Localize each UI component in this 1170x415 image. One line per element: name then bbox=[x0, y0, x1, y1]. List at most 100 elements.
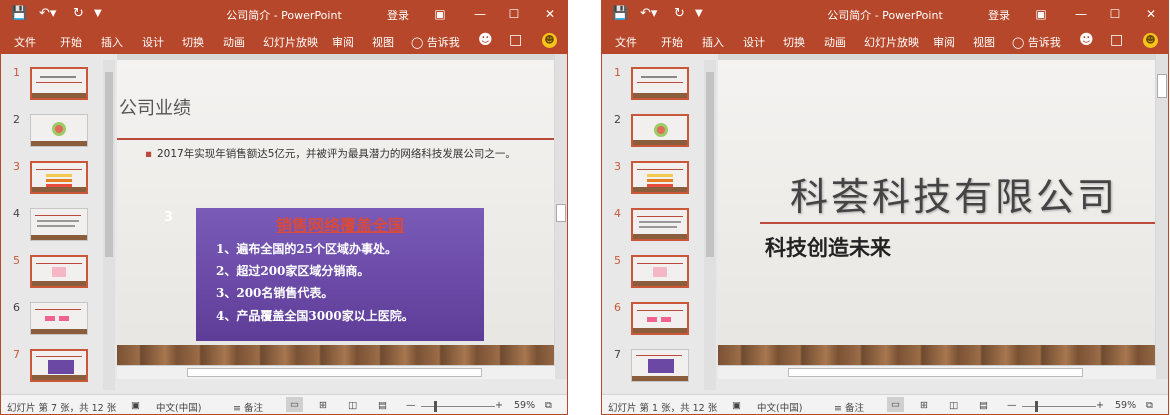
minimize-button[interactable]: — bbox=[469, 4, 491, 24]
tab-view[interactable]: 视图 bbox=[973, 34, 995, 50]
tab-view[interactable]: 视图 bbox=[372, 34, 394, 50]
tab-insert[interactable]: 插入 bbox=[101, 34, 123, 50]
thumbnail-slide-4[interactable] bbox=[30, 208, 88, 241]
maximize-button[interactable]: ☐ bbox=[503, 4, 525, 24]
thumbnail-slide-7[interactable] bbox=[30, 349, 88, 382]
thumbnail-slide-2[interactable] bbox=[30, 114, 88, 147]
notes-icon: ≡ bbox=[834, 403, 842, 414]
account-icon[interactable]: ☻ bbox=[478, 32, 493, 48]
current-slide[interactable]: 科荟科技有限公司 科技创造未来 bbox=[718, 60, 1155, 379]
tab-slideshow[interactable]: 幻灯片放映 bbox=[263, 34, 318, 50]
scrollbar-thumb[interactable] bbox=[105, 72, 113, 257]
thumbnail-slide-6[interactable] bbox=[631, 302, 689, 335]
tab-animations[interactable]: 动画 bbox=[223, 34, 245, 50]
notes-button[interactable]: ≡ 备注 bbox=[233, 400, 263, 414]
current-slide[interactable]: 公司业绩 ▪ 2017年实现年销售额达5亿元，并被评为最具潜力的网络科技发展公司… bbox=[117, 60, 554, 379]
zoom-slider-handle[interactable] bbox=[1035, 401, 1038, 412]
tab-transitions[interactable]: 切换 bbox=[783, 34, 805, 50]
login-link[interactable]: 登录 bbox=[988, 7, 1010, 23]
zoom-level[interactable]: 59% bbox=[514, 400, 535, 411]
tab-design[interactable]: 设计 bbox=[142, 34, 164, 50]
close-button[interactable]: ✕ bbox=[539, 4, 561, 24]
language-indicator[interactable]: 中文(中国) bbox=[757, 400, 802, 414]
tab-home[interactable]: 开始 bbox=[661, 34, 683, 50]
thumbnail-slide-6[interactable] bbox=[30, 302, 88, 335]
thumbnail-slide-7[interactable] bbox=[631, 349, 689, 382]
account-icon[interactable]: ☻ bbox=[1079, 32, 1094, 48]
slide-sorter-icon[interactable]: ⊞ bbox=[920, 400, 928, 411]
fit-to-window-icon[interactable]: ⧉ bbox=[545, 400, 552, 411]
slide-scrollbar[interactable] bbox=[555, 54, 567, 379]
tab-home[interactable]: 开始 bbox=[60, 34, 82, 50]
zoom-out-button[interactable]: — bbox=[406, 400, 416, 411]
normal-view-icon[interactable]: ▭ bbox=[286, 397, 303, 412]
notes-button[interactable]: ≡ 备注 bbox=[834, 400, 864, 414]
scrollbar-thumb[interactable] bbox=[706, 72, 714, 257]
ribbon-display-icon[interactable]: ▣ bbox=[429, 4, 451, 24]
zoom-in-button[interactable]: + bbox=[495, 400, 503, 411]
slide-sorter-icon[interactable]: ⊞ bbox=[319, 400, 327, 411]
spellcheck-icon[interactable]: ▣ bbox=[131, 400, 140, 411]
fit-to-window-icon[interactable]: ⧉ bbox=[1146, 400, 1153, 411]
slideshow-icon[interactable]: ▤ bbox=[979, 400, 988, 411]
tab-file[interactable]: 文件 bbox=[615, 34, 637, 50]
tab-animations[interactable]: 动画 bbox=[824, 34, 846, 50]
scrollbar-thumb[interactable] bbox=[556, 204, 566, 222]
status-bar: 幻灯片 第 1 张，共 12 张 ▣ 中文(中国) ≡ 备注 ▭ ⊞ ◫ ▤ —… bbox=[602, 394, 1168, 414]
spellcheck-icon[interactable]: ▣ bbox=[732, 400, 741, 411]
zoom-slider-handle[interactable] bbox=[434, 401, 437, 412]
thumbnail-scrollbar[interactable] bbox=[704, 60, 716, 390]
zoom-slider[interactable] bbox=[1022, 401, 1096, 412]
thumbnail-slide-4[interactable] bbox=[631, 208, 689, 241]
thumbnail-slide-3[interactable] bbox=[631, 161, 689, 194]
slide-scrollbar[interactable] bbox=[1156, 54, 1168, 379]
tab-slideshow[interactable]: 幻灯片放映 bbox=[864, 34, 919, 50]
zoom-in-button[interactable]: + bbox=[1096, 400, 1104, 411]
zoom-level[interactable]: 59% bbox=[1115, 400, 1136, 411]
tell-me[interactable]: ◯ 告诉我 bbox=[1012, 34, 1061, 50]
thumbnail-scrollbar[interactable] bbox=[103, 60, 115, 390]
thumbnail-slide-3[interactable] bbox=[30, 161, 88, 194]
comments-icon[interactable]: □ bbox=[509, 32, 522, 48]
login-link[interactable]: 登录 bbox=[387, 7, 409, 23]
thumbnail-number: 5 bbox=[614, 254, 621, 267]
thumbnail-number: 5 bbox=[13, 254, 20, 267]
minimize-button[interactable]: — bbox=[1070, 4, 1092, 24]
feedback-smiley-icon[interactable]: ☻ bbox=[1143, 33, 1158, 48]
tab-file[interactable]: 文件 bbox=[14, 34, 36, 50]
horizontal-scrollbar[interactable] bbox=[718, 365, 1156, 379]
ribbon-tabs: 文件 开始 插入 设计 切换 动画 幻灯片放映 审阅 视图 ◯ 告诉我 ☻ □ … bbox=[602, 28, 1168, 54]
tab-review[interactable]: 审阅 bbox=[933, 34, 955, 50]
tab-review[interactable]: 审阅 bbox=[332, 34, 354, 50]
ribbon-display-icon[interactable]: ▣ bbox=[1030, 4, 1052, 24]
thumbnail-slide-2[interactable] bbox=[631, 114, 689, 147]
scrollbar-thumb[interactable] bbox=[187, 368, 482, 377]
reading-view-icon[interactable]: ◫ bbox=[949, 400, 958, 411]
tell-me[interactable]: ◯ 告诉我 bbox=[411, 34, 460, 50]
normal-view-icon[interactable]: ▭ bbox=[887, 397, 904, 412]
slideshow-icon[interactable]: ▤ bbox=[378, 400, 387, 411]
language-indicator[interactable]: 中文(中国) bbox=[156, 400, 201, 414]
thumbnail-slide-1[interactable] bbox=[631, 67, 689, 100]
tab-insert[interactable]: 插入 bbox=[702, 34, 724, 50]
comments-icon[interactable]: □ bbox=[1110, 32, 1123, 48]
ribbon-tabs: 文件 开始 插入 设计 切换 动画 幻灯片放映 审阅 视图 ◯ 告诉我 ☻ □ … bbox=[1, 28, 567, 54]
feedback-smiley-icon[interactable]: ☻ bbox=[542, 33, 557, 48]
zoom-out-button[interactable]: — bbox=[1007, 400, 1017, 411]
maximize-button[interactable]: ☐ bbox=[1104, 4, 1126, 24]
list-item: 4、产品覆盖全国3000家以上医院。 bbox=[216, 308, 414, 323]
thumbnail-slide-5[interactable] bbox=[631, 255, 689, 288]
thumbnail-number: 2 bbox=[614, 113, 621, 126]
scrollbar-thumb[interactable] bbox=[1157, 74, 1167, 98]
slide-editor: 公司业绩 ▪ 2017年实现年销售额达5亿元，并被评为最具潜力的网络科技发展公司… bbox=[117, 54, 567, 379]
thumbnail-slide-5[interactable] bbox=[30, 255, 88, 288]
zoom-slider[interactable] bbox=[421, 401, 495, 412]
tab-transitions[interactable]: 切换 bbox=[182, 34, 204, 50]
thumbnail-slide-1[interactable] bbox=[30, 67, 88, 100]
tab-design[interactable]: 设计 bbox=[743, 34, 765, 50]
powerpoint-window-left: 💾 ↶▾ ↻ ▼ 公司简介 - PowerPoint 登录 ▣ — ☐ ✕ 文件… bbox=[0, 0, 568, 415]
scrollbar-thumb[interactable] bbox=[788, 368, 1083, 377]
reading-view-icon[interactable]: ◫ bbox=[348, 400, 357, 411]
close-button[interactable]: ✕ bbox=[1140, 4, 1162, 24]
horizontal-scrollbar[interactable] bbox=[117, 365, 555, 379]
